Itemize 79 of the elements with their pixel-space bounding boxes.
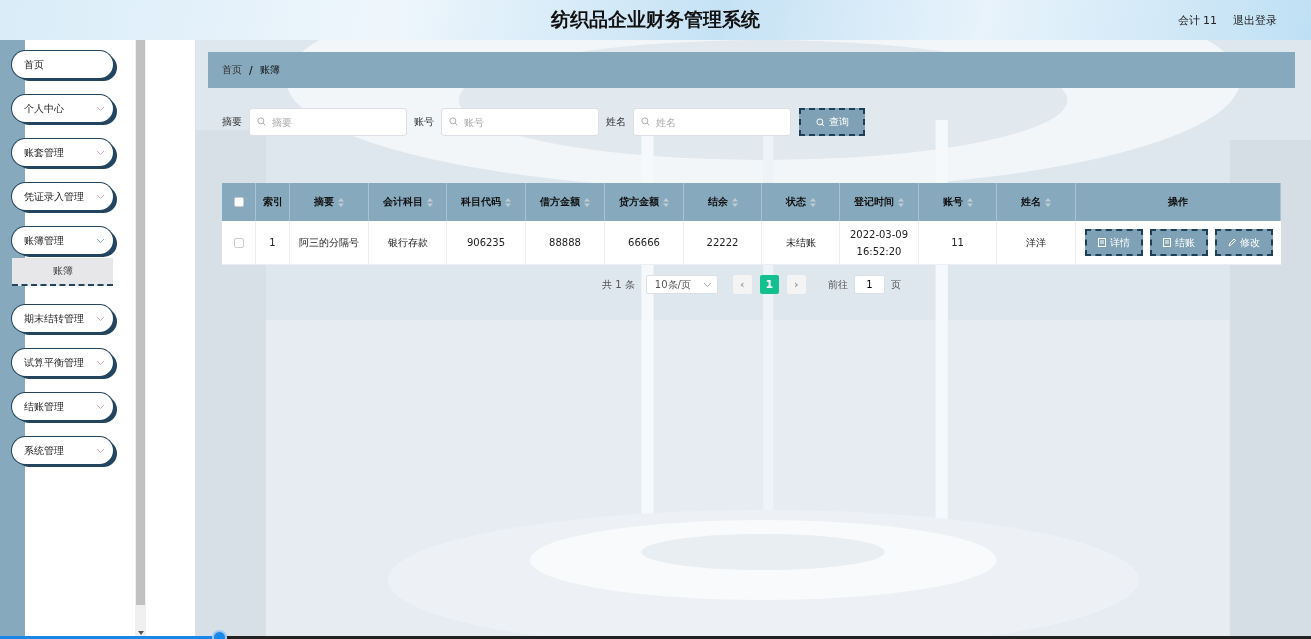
field-label: 姓名: [606, 115, 626, 129]
sort-icon: [663, 197, 669, 207]
chevron-down-icon: [96, 149, 105, 156]
sort-icon: [505, 197, 511, 207]
breadcrumb-item: 账簿: [259, 63, 280, 77]
search-icon: [449, 117, 458, 126]
document-icon: [1162, 238, 1171, 247]
field-label: 摘要: [222, 115, 242, 129]
search-icon: [641, 117, 650, 126]
sidebar-item[interactable]: 凭证录入管理: [12, 183, 113, 210]
column-header[interactable]: 摘要: [290, 183, 369, 221]
row-checkbox[interactable]: [233, 237, 244, 248]
sidebar-item[interactable]: 结账管理: [12, 393, 113, 420]
table-cell: 银行存款: [369, 221, 447, 265]
breadcrumb-separator: /: [249, 64, 253, 76]
search-icon: [257, 117, 266, 126]
search-field[interactable]: 账号: [441, 108, 599, 136]
total-count: 共 1 条: [602, 277, 635, 292]
sort-icon: [426, 197, 433, 207]
select-all-checkbox[interactable]: [233, 197, 244, 207]
chevron-down-icon: [702, 281, 712, 288]
table-cell: 88888: [526, 221, 605, 265]
table-cell: 洋洋: [997, 221, 1076, 265]
user-name: 会计 11: [1177, 12, 1217, 28]
sort-icon: [966, 197, 973, 207]
column-header[interactable]: 账号: [919, 183, 997, 221]
chevron-down-icon: [96, 403, 105, 410]
column-header[interactable]: 科目代码: [447, 183, 526, 221]
table-cell: 906235: [447, 221, 526, 265]
breadcrumb-item[interactable]: 首页: [222, 63, 242, 77]
sort-icon: [898, 197, 904, 207]
pencil-icon: [1227, 238, 1236, 247]
sort-icon: [584, 197, 590, 207]
search-field[interactable]: 姓名: [633, 108, 791, 136]
scrollbar[interactable]: [135, 40, 146, 639]
sort-icon: [1045, 197, 1051, 207]
sidebar-item[interactable]: 首页: [12, 51, 113, 78]
table-cell: 22222: [684, 221, 762, 265]
sidebar-item[interactable]: 试算平衡管理: [12, 349, 113, 376]
sort-icon: [809, 197, 816, 207]
sidebar-item[interactable]: 账套管理: [12, 139, 113, 166]
document-icon: [1097, 238, 1106, 247]
column-header: 索引: [256, 183, 290, 221]
sidebar-item[interactable]: 个人中心: [12, 95, 113, 122]
column-header: 操作: [1076, 183, 1281, 221]
column-header[interactable]: 会计科目: [369, 183, 447, 221]
chevron-down-icon: [96, 193, 105, 200]
column-header[interactable]: 借方金额: [526, 183, 605, 221]
search-field[interactable]: 摘要: [249, 108, 407, 136]
goto-label: 前往: [827, 277, 848, 292]
field-label: 账号: [414, 115, 434, 129]
chevron-down-icon: [96, 315, 105, 322]
table-cell: 66666: [605, 221, 684, 265]
chevron-down-icon: [96, 237, 105, 244]
column-header[interactable]: 贷方金额: [605, 183, 684, 221]
column-header[interactable]: 状态: [762, 183, 840, 221]
search-icon: [815, 117, 825, 127]
table-cell: 11: [919, 221, 997, 265]
page-suffix: 页: [890, 277, 901, 292]
table-cell: 1: [256, 221, 290, 265]
sort-icon: [731, 197, 738, 207]
table-cell: 2022-03-09 16:52:20: [840, 221, 919, 265]
sidebar-item[interactable]: 系统管理: [12, 437, 113, 464]
column-header[interactable]: 登记时间: [840, 183, 919, 221]
table-cell: 阿三的分隔号: [290, 221, 369, 265]
app-title: 纺织品企业财务管理系统: [551, 7, 760, 32]
submenu-item[interactable]: 账簿: [12, 258, 113, 286]
page-size-select[interactable]: 10条/页: [645, 275, 718, 294]
sort-icon: [338, 197, 344, 207]
column-header[interactable]: 姓名: [997, 183, 1076, 221]
chevron-down-icon: [96, 105, 105, 112]
sidebar-item[interactable]: 账簿管理: [12, 227, 113, 254]
logout-link[interactable]: 退出登录: [1233, 12, 1277, 28]
goto-page-input[interactable]: 1: [853, 275, 885, 294]
chevron-down-icon: [96, 447, 105, 454]
sidebar-item[interactable]: 期末结转管理: [12, 305, 113, 332]
chevron-down-icon: [96, 359, 105, 366]
column-header[interactable]: 结余: [684, 183, 762, 221]
table-cell: 未结账: [762, 221, 840, 265]
